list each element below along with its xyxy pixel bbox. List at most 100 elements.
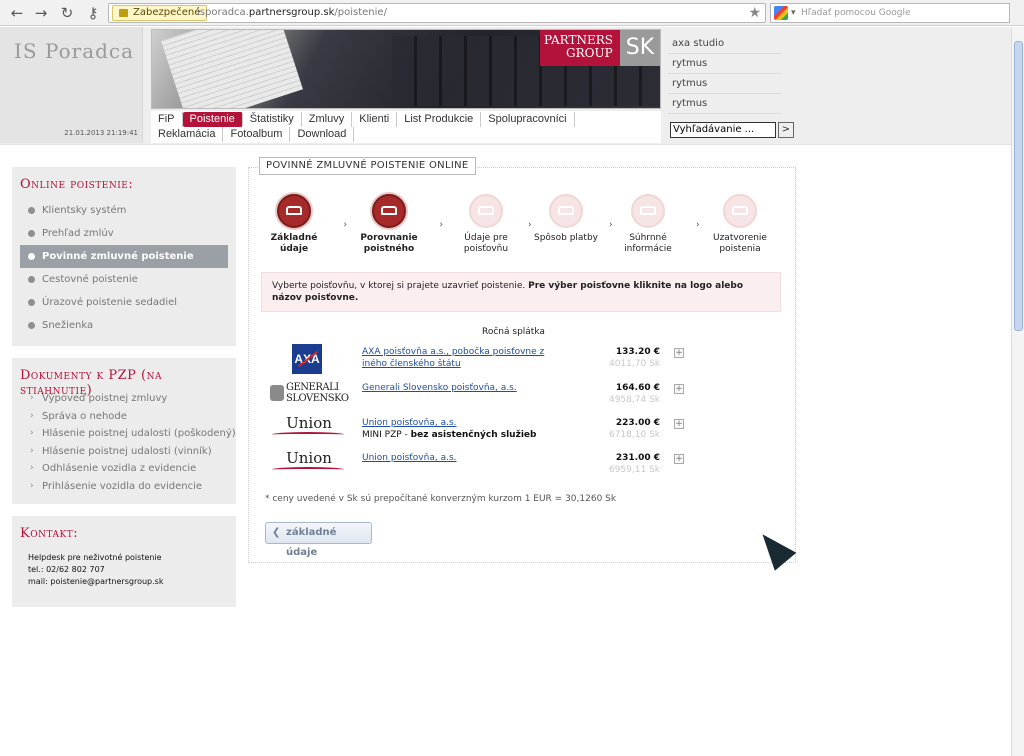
back-to-basic-data-button[interactable]: ❮ základné údaje — [265, 522, 372, 558]
insurer-logo[interactable]: Union — [268, 448, 348, 480]
insurance-offer-row[interactable]: Union Union poisťovňa, a.s. 231.00 € 6959,1… — [268, 448, 688, 483]
sidebar-item-label: Snežienka — [42, 320, 94, 331]
car-shape — [732, 206, 748, 215]
menu-item-spolupracovníci[interactable]: Spolupracovníci — [481, 112, 575, 127]
sidebar-item[interactable]: Povinné zmluvné poistenie — [20, 245, 228, 268]
price-sk: 6959,11 Sk — [608, 465, 660, 475]
insurer-name: Generali Slovensko poisťovňa, a.s. — [362, 382, 517, 394]
expand-plus-icon[interactable]: + — [674, 348, 684, 358]
union-logo: Union — [272, 450, 346, 480]
insurer-logo[interactable]: GENERALI SLOVENSKO — [268, 378, 349, 410]
url-text[interactable]: isporadca.partnersgroup.sk/poistenie/ — [197, 6, 387, 20]
chevron-left-icon: ❮ — [272, 527, 281, 538]
wizard-step-label: Spôsob platby — [534, 233, 598, 243]
insurer-name-link[interactable]: Union poisťovňa, a.s. — [362, 452, 457, 464]
instruction-text: Vyberte poisťovňu, v ktorej si prajete u… — [272, 281, 529, 291]
site-header: IS Poradca 21.01.2013 21:19:41 PARTNERS G… — [0, 27, 1011, 145]
sidebar-documents-title: Dokumenty k PZP (na stiahnutie) — [20, 368, 162, 398]
document-link[interactable]: › Výpoveď poistnej zmluvy — [12, 390, 236, 408]
insurer-name: Union poisťovňa, a.s. MINI PZP - bez asis… — [362, 417, 536, 441]
document-link[interactable]: › Prihlásenie vozidla do evidencie — [12, 478, 236, 496]
expand-plus-icon[interactable]: + — [674, 454, 684, 464]
menu-item-poistenie[interactable]: Poistenie — [182, 112, 243, 127]
site-search-button[interactable]: > — [778, 122, 794, 138]
news-item[interactable]: rytmus — [668, 94, 782, 114]
browser-toolbar: ← → ↻ ⚷ Zabezpečené isporadca.partnersgr… — [0, 0, 1024, 26]
site-search-input[interactable]: Vyhľadávanie ... — [670, 122, 776, 138]
news-item[interactable]: axa studio — [668, 34, 782, 54]
insurer-name-link[interactable]: AXA poisťovňa a.s., pobočka poisťovne z … — [362, 346, 562, 370]
menu-item-klienti[interactable]: Klienti — [352, 112, 398, 127]
menu-item-štatistiky[interactable]: Štatistiky — [243, 112, 302, 127]
forward-arrow-icon[interactable]: → — [32, 4, 50, 22]
insurance-offer-row[interactable]: AXA AXA poisťovňa a.s., pobočka poisťovne… — [268, 342, 688, 377]
offer-price: 231.00 € 6959,11 Sk — [609, 452, 660, 476]
car-shape — [640, 206, 656, 215]
wizard-step[interactable]: Porovnanie poistného — [353, 194, 425, 255]
car-icon — [549, 194, 583, 228]
document-link[interactable]: › Správa o nehode — [12, 408, 236, 426]
scrollbar-thumb[interactable] — [1014, 41, 1023, 331]
sidebar-item-label: Povinné zmluvné poistenie — [42, 251, 194, 262]
sidebar-item[interactable]: Klientsky systém — [12, 199, 236, 222]
sidebar-item[interactable]: Snežienka — [12, 314, 236, 337]
menu-item-reklamácia[interactable]: Reklamácia — [151, 127, 224, 142]
sidebar-documents: Dokumenty k PZP (na stiahnutie) › Výpoveď… — [12, 358, 236, 504]
insurance-offer-row[interactable]: Union Union poisťovňa, a.s. MINI PZP - bez… — [268, 413, 688, 448]
sidebar-item[interactable]: Cestovné poistenie — [12, 268, 236, 291]
main-menu: FiP Poistenie Štatistiky Zmluvy Klienti List … — [151, 111, 661, 143]
document-link-label: Správa o nehode — [42, 410, 127, 422]
dropdown-caret-icon[interactable]: ▾ — [791, 5, 796, 21]
menu-item-list-produkcie[interactable]: List Produkcie — [397, 112, 482, 127]
insurance-offer-row[interactable]: GENERALI SLOVENSKO Generali Slovensko poi… — [268, 378, 688, 413]
wizard-step-label: Uzatvorenie poistenia — [713, 233, 767, 254]
bookmark-star-icon[interactable]: ★ — [748, 4, 761, 22]
sidebar-online-insurance: Online poistenie: Klientsky systém Prehľa… — [12, 167, 236, 346]
insurer-name-link[interactable]: Generali Slovensko poisťovňa, a.s. — [362, 382, 517, 394]
insurer-logo[interactable]: AXA — [268, 342, 348, 374]
menu-item-download[interactable]: Download — [290, 127, 355, 142]
sidebar-item[interactable]: Úrazové poistenie sedadiel — [12, 291, 236, 314]
union-logo: Union — [272, 415, 346, 445]
brand-sk: SK — [620, 30, 660, 66]
reload-icon[interactable]: ↻ — [58, 4, 76, 22]
arrow-right-icon: › — [30, 393, 34, 403]
car-shape — [381, 206, 397, 215]
insurer-logo[interactable]: Union — [268, 413, 348, 445]
insurer-name: Union poisťovňa, a.s. — [362, 452, 457, 464]
menu-item-fotoalbum[interactable]: Fotoalbum — [223, 127, 291, 142]
menu-item-zmluvy[interactable]: Zmluvy — [302, 112, 353, 127]
menu-item-fip[interactable]: FiP — [151, 112, 183, 127]
address-bar[interactable]: Zabezpečené isporadca.partnersgroup.sk/p… — [108, 3, 766, 23]
offer-note: MINI PZP - bez asistenčných služieb — [362, 429, 536, 441]
sidebar-item[interactable]: Prehľad zmlúv — [12, 222, 236, 245]
document-link-label: Výpoveď poistnej zmluvy — [42, 393, 168, 404]
document-link[interactable]: › Hlásenie poistnej udalosti (poškodený) — [12, 425, 236, 443]
offer-note-bold: bez asistenčných služieb — [410, 430, 537, 440]
news-item[interactable]: rytmus — [668, 74, 782, 94]
expand-plus-icon[interactable]: + — [674, 419, 684, 429]
wizard-step: Spôsob platby — [530, 194, 602, 244]
contact-line: mail: poistenie@partnersgroup.sk — [28, 577, 164, 586]
expand-plus-icon[interactable]: + — [674, 384, 684, 394]
page-scrollbar[interactable] — [1011, 27, 1024, 756]
banner-notebook-image — [161, 30, 303, 108]
header-datetime: 21.01.2013 21:19:41 — [64, 129, 138, 137]
wizard-step: Uzatvorenie poistenia — [704, 194, 776, 255]
back-arrow-icon[interactable]: ← — [8, 4, 26, 22]
key-icon[interactable]: ⚷ — [84, 4, 102, 22]
bullet-icon — [28, 299, 35, 306]
insurer-name-link[interactable]: Union poisťovňa, a.s. — [362, 417, 457, 429]
document-link[interactable]: › Hlásenie poistnej udalosti (vinník) — [12, 443, 236, 461]
generali-logo-text: GENERALI SLOVENSKO — [286, 382, 349, 404]
google-icon — [774, 6, 788, 20]
arrow-right-icon: › — [30, 428, 34, 438]
browser-search-box[interactable]: ▾ Hľadať pomocou Google — [770, 3, 1010, 23]
wizard-step[interactable]: Základné údaje — [258, 194, 330, 255]
contact-line: tel.: 02/62 802 707 — [28, 565, 105, 574]
news-item[interactable]: rytmus — [668, 54, 782, 74]
secure-badge[interactable]: Zabezpečené — [112, 5, 208, 21]
document-link[interactable]: › Odhlásenie vozidla z evidencie — [12, 460, 236, 478]
union-logo-text: Union — [286, 414, 332, 432]
site-logo[interactable]: IS Poradca 21.01.2013 21:19:41 — [0, 27, 143, 143]
